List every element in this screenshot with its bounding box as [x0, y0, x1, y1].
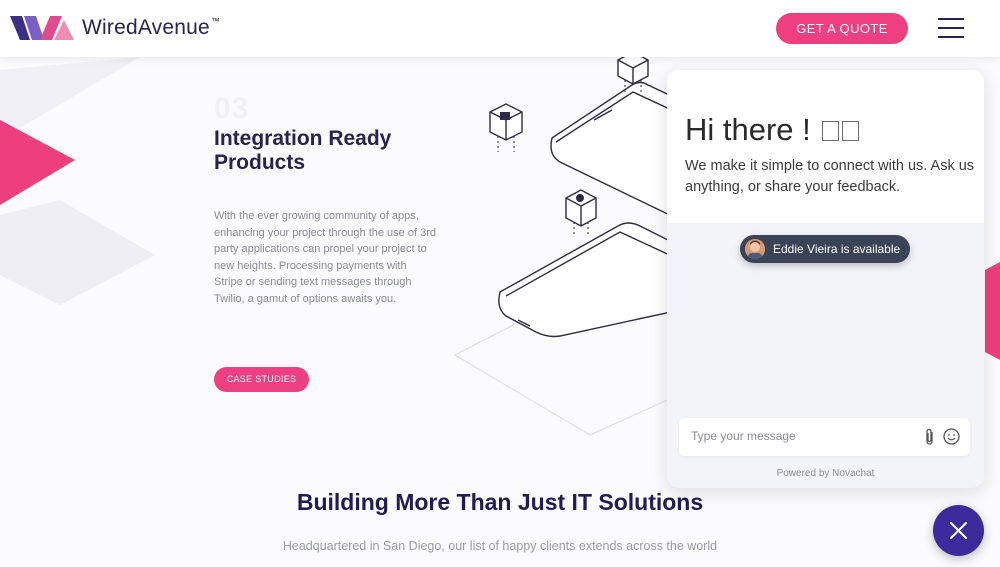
section-number: 03	[214, 92, 250, 125]
section-title: Integration Ready Products	[214, 127, 392, 174]
brand-text: WiredAvenue	[82, 16, 210, 39]
building-heading: Building More Than Just IT Solutions	[296, 489, 704, 515]
message-input[interactable]	[691, 429, 911, 443]
trademark: ™	[210, 16, 221, 26]
get-a-quote-button[interactable]: GET A QUOTE	[776, 13, 908, 44]
site-header: WiredAvenue™ GET A QUOTE	[0, 0, 1000, 57]
powered-by-label[interactable]: Powered by Novachat	[667, 468, 984, 479]
chat-intro: We make it simple to connect with us. As…	[685, 158, 975, 195]
chat-greeting: Hi there !	[685, 112, 860, 148]
close-chat-button[interactable]	[933, 505, 984, 556]
section-description: With the ever growing community of apps,…	[214, 210, 436, 305]
chat-greeting-text: Hi there !	[685, 112, 811, 147]
chat-header: Hi there ! We make it simple to connect …	[667, 70, 984, 223]
emoji-icon[interactable]	[943, 428, 960, 445]
menu-icon[interactable]	[938, 18, 964, 39]
paperclip-icon[interactable]	[923, 428, 937, 446]
emoji-placeholder-icon	[842, 121, 860, 141]
case-studies-button[interactable]: CASE STUDIES	[214, 367, 309, 392]
wiredavenue-logo-icon[interactable]	[10, 14, 76, 42]
avatar	[745, 239, 765, 259]
brand-name[interactable]: WiredAvenue™	[82, 16, 220, 40]
building-subtitle: Headquartered in San Diego, our list of …	[282, 539, 718, 553]
agent-status-badge: Eddie Vieira is available	[740, 235, 910, 263]
message-composer	[679, 418, 970, 456]
chat-widget: Hi there ! We make it simple to connect …	[667, 70, 984, 488]
agent-status-text: Eddie Vieira is available	[773, 242, 901, 256]
close-icon	[950, 522, 967, 539]
emoji-placeholder-icon	[822, 121, 840, 141]
